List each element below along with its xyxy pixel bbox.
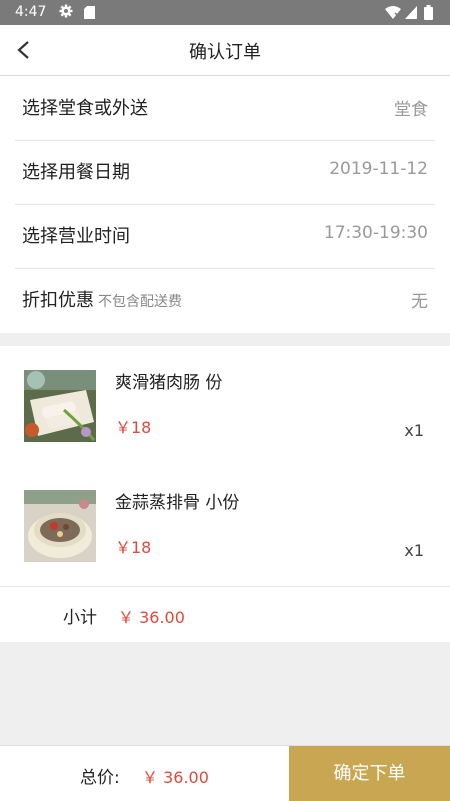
option-label: 选择营业时间 (22, 226, 130, 247)
list-item: 金蒜蒸排骨 小份 ￥18 x1 (0, 466, 450, 586)
total-label: 总价: (80, 768, 120, 788)
page-title: 确认订单 (189, 42, 261, 63)
item-name: 金蒜蒸排骨 小份 (115, 493, 240, 513)
status-time: 4:47 (15, 4, 47, 20)
order-settings: 选择堂食或外送 堂食 选择用餐日期 2019-11-12 选择营业时间 17:3… (0, 76, 450, 333)
total-value: ￥ 36.00 (142, 768, 209, 787)
order-items: 爽滑猪肉肠 份 ￥18 x1 金蒜蒸排骨 小份 ￥18 x1 小计 ￥ 36.0… (0, 346, 450, 642)
item-price: ￥18 (115, 538, 152, 557)
subtotal-value: ￥ 36.00 (118, 608, 185, 627)
option-label: 折扣优惠 不包含配送费 (22, 286, 182, 312)
discount-label: 折扣优惠 (22, 290, 94, 311)
option-value: 无 (411, 292, 428, 312)
option-value: 17:30-19:30 (323, 223, 428, 243)
option-dine-in-or-delivery[interactable]: 选择堂食或外送 堂食 (15, 76, 435, 141)
item-price: ￥18 (115, 418, 152, 437)
list-item: 爽滑猪肉肠 份 ￥18 x1 (0, 346, 450, 466)
gear-icon (59, 4, 73, 18)
option-value: 2019-11-12 (329, 159, 428, 179)
option-value: 堂食 (394, 100, 428, 120)
option-label: 选择堂食或外送 (22, 98, 148, 119)
discount-note: 不包含配送费 (98, 294, 182, 310)
option-discount[interactable]: 折扣优惠 不包含配送费 无 (15, 268, 435, 332)
status-bar: 4:47 (0, 0, 450, 25)
option-dining-date[interactable]: 选择用餐日期 2019-11-12 (15, 140, 435, 205)
item-quantity: x1 (404, 421, 424, 440)
battery-icon (424, 5, 433, 20)
item-quantity: x1 (404, 541, 424, 560)
food-image-garlic-spare-ribs (24, 490, 96, 562)
wifi-icon (385, 6, 401, 19)
confirm-order-button[interactable]: 确定下单 (289, 746, 450, 801)
option-label: 选择用餐日期 (22, 162, 130, 183)
sd-card-icon (84, 6, 95, 19)
bottom-bar: 总价: ￥ 36.00 确定下单 (0, 745, 450, 801)
subtotal-label: 小计 (63, 608, 97, 628)
food-image-pork-rice-roll (24, 370, 96, 442)
item-name: 爽滑猪肉肠 份 (115, 373, 223, 393)
signal-icon (405, 6, 417, 19)
subtotal-row: 小计 ￥ 36.00 (0, 586, 450, 643)
title-bar: 确认订单 (0, 25, 450, 76)
option-business-hours[interactable]: 选择营业时间 17:30-19:30 (15, 204, 435, 269)
